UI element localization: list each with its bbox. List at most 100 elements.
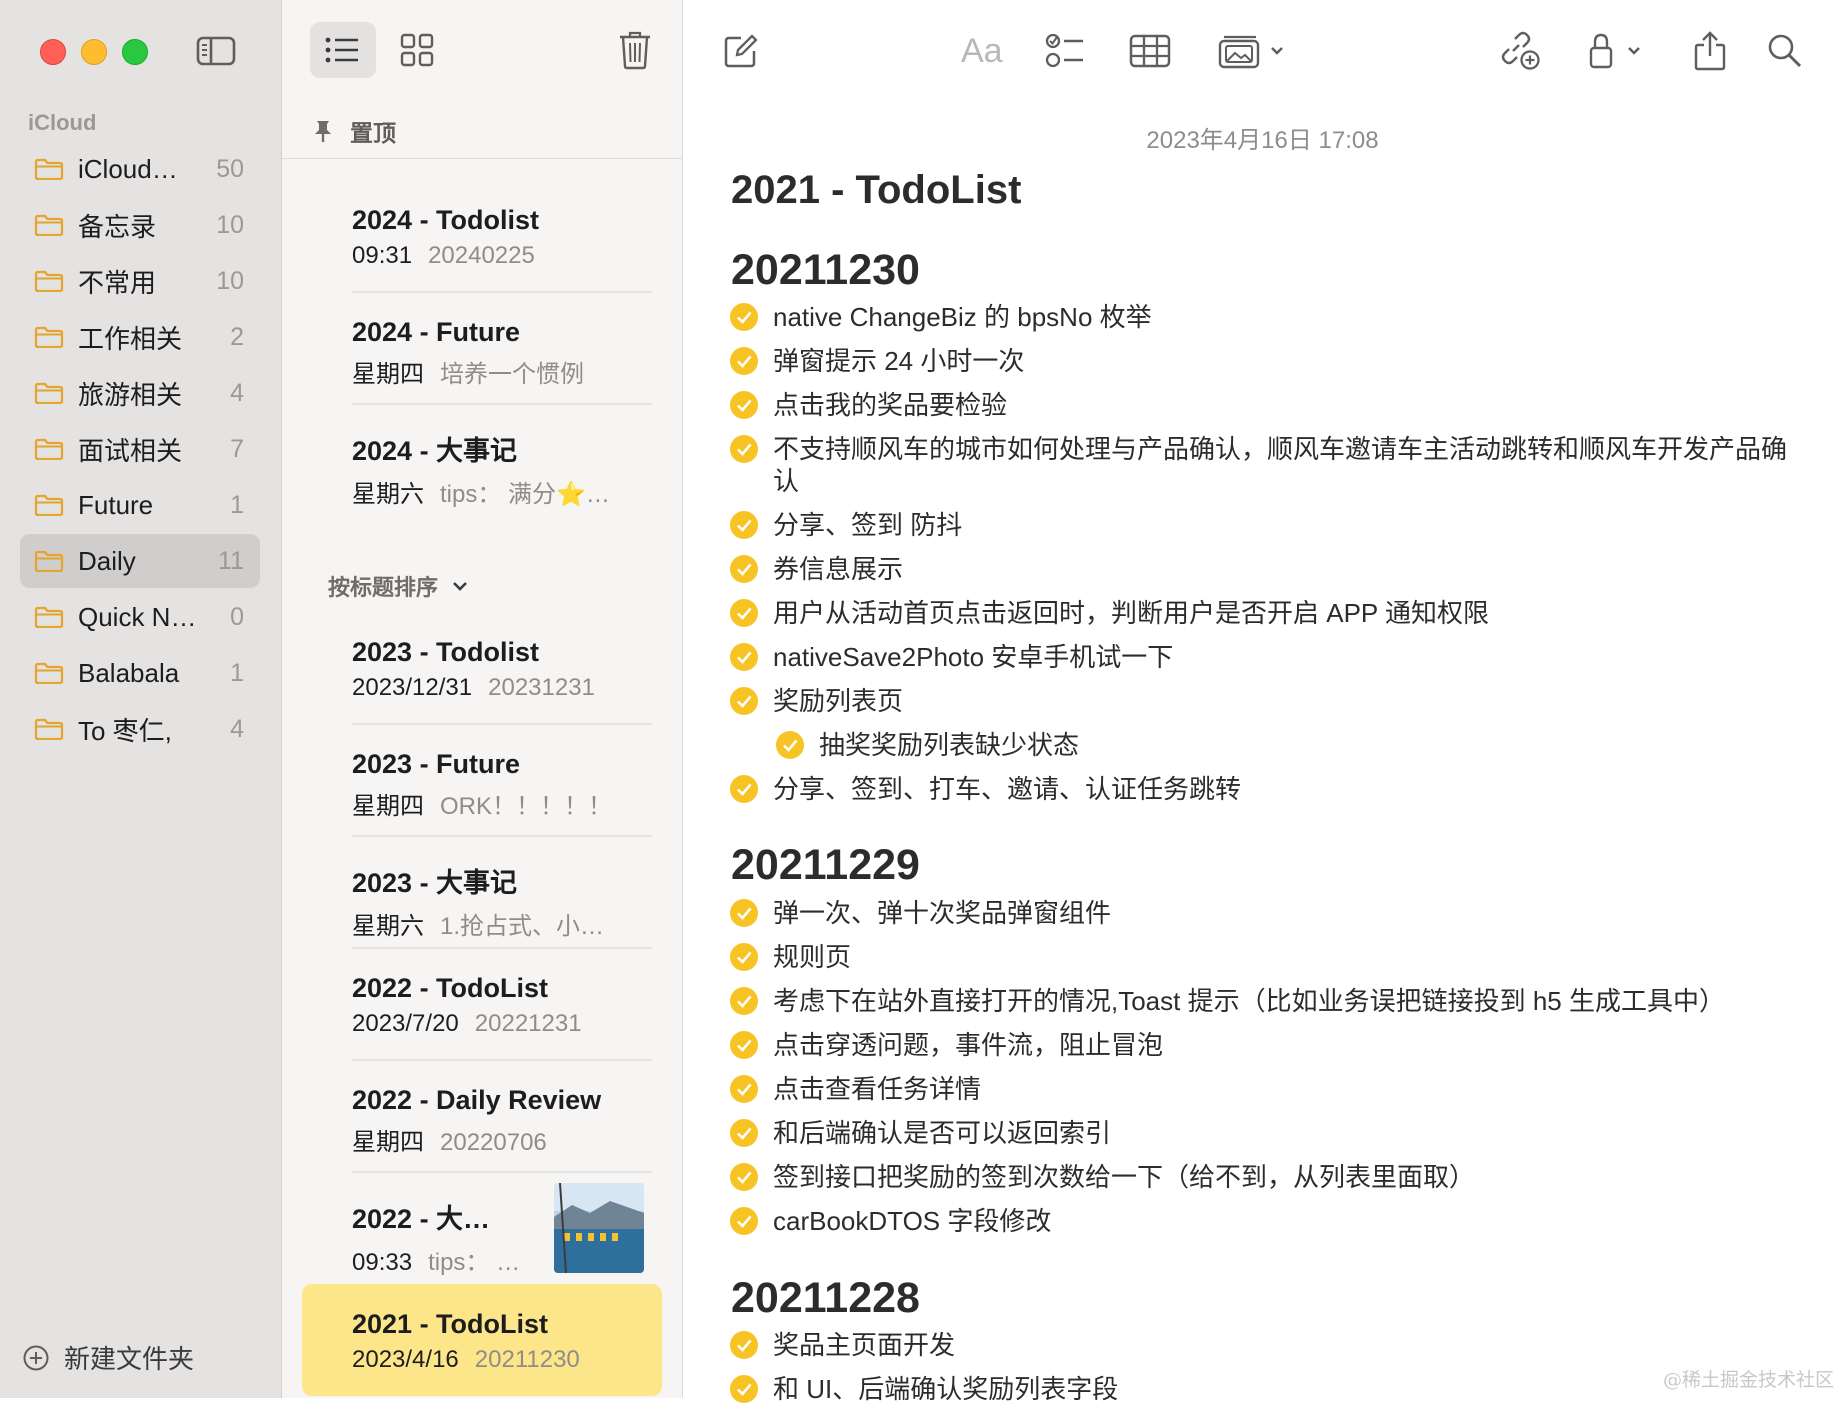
note-item[interactable]: 2023 - 大事记 星期六 1.抢占式、小… bbox=[352, 861, 662, 949]
checkmark-icon[interactable] bbox=[729, 598, 759, 628]
checkmark-icon[interactable] bbox=[729, 642, 759, 672]
folder-item[interactable]: 面试相关 7 bbox=[20, 422, 260, 476]
checkmark-icon[interactable] bbox=[729, 1330, 759, 1360]
checkmark-icon[interactable] bbox=[729, 554, 759, 584]
note-title: 2023 - Future bbox=[352, 749, 521, 779]
folder-icon bbox=[34, 550, 64, 572]
checkmark-icon[interactable] bbox=[729, 1162, 759, 1192]
folder-item[interactable]: 工作相关 2 bbox=[20, 310, 260, 364]
checklist-item[interactable]: 分享、签到、打车、邀请、认证任务跳转 bbox=[729, 773, 1799, 805]
lock-button[interactable] bbox=[1587, 28, 1647, 74]
checklist-text: 考虑下在站外直接打开的情况,Toast 提示（比如业务误把链接投到 h5 生成工… bbox=[773, 986, 1725, 1016]
section-heading[interactable]: 20211228 bbox=[731, 1274, 920, 1323]
search-button[interactable] bbox=[1767, 28, 1803, 74]
note-item[interactable]: 2023 - Todolist 2023/12/31 20231231 bbox=[352, 637, 662, 725]
checkmark-icon[interactable] bbox=[729, 942, 759, 972]
folder-icon bbox=[34, 606, 64, 628]
checklist-button[interactable] bbox=[1045, 28, 1085, 74]
checklist-item[interactable]: 弹一次、弹十次奖品弹窗组件 bbox=[729, 897, 1799, 929]
checklist-item[interactable]: 弹窗提示 24 小时一次 bbox=[729, 345, 1799, 377]
checkmark-icon[interactable] bbox=[729, 898, 759, 928]
checklist-item[interactable]: 和后端确认是否可以返回索引 bbox=[729, 1117, 1799, 1149]
checklist-item[interactable]: 点击查看任务详情 bbox=[729, 1073, 1799, 1105]
folder-item[interactable]: 不常用 10 bbox=[20, 254, 260, 308]
format-button[interactable]: Aa bbox=[961, 28, 1003, 74]
gallery-view-button[interactable] bbox=[384, 22, 450, 78]
checklist-item[interactable]: 奖品主页面开发 bbox=[729, 1329, 1799, 1361]
note-heading[interactable]: 2021 - TodoList bbox=[731, 168, 1021, 213]
zoom-window-button[interactable] bbox=[122, 39, 148, 65]
pinned-label: 置顶 bbox=[350, 120, 396, 146]
table-button[interactable] bbox=[1129, 28, 1171, 74]
checklist-item[interactable]: 点击穿透问题，事件流，阻止冒泡 bbox=[729, 1029, 1799, 1061]
checkmark-icon[interactable] bbox=[729, 434, 759, 464]
close-window-button[interactable] bbox=[40, 39, 66, 65]
list-view-icon bbox=[325, 37, 358, 63]
checkmark-icon[interactable] bbox=[729, 774, 759, 804]
note-timestamp: 2023年4月16日 17:08 bbox=[1146, 127, 1379, 154]
checklist-item[interactable]: 奖励列表页 bbox=[729, 685, 1799, 717]
checklist-item[interactable]: 不支持顺风车的城市如何处理与产品确认，顺风车邀请车主活动跳转和顺风车开发产品确认 bbox=[729, 433, 1799, 497]
checkmark-icon[interactable] bbox=[729, 686, 759, 716]
note-item[interactable]: 2022 - Daily Review 星期四 20220706 bbox=[352, 1085, 662, 1173]
folder-item[interactable]: To 枣仁, 4 bbox=[20, 702, 260, 756]
checklist-item-nested[interactable]: 抽奖奖励列表缺少状态 bbox=[775, 729, 1795, 761]
checkmark-icon[interactable] bbox=[729, 1206, 759, 1236]
checklist-item[interactable]: nativeSave2Photo 安卓手机试一下 bbox=[729, 641, 1799, 673]
checklist-item[interactable]: native ChangeBiz 的 bpsNo 枚举 bbox=[729, 301, 1799, 333]
sidebar-toggle-icon[interactable] bbox=[195, 33, 237, 69]
folder-item[interactable]: Future 1 bbox=[20, 478, 260, 532]
folder-icon bbox=[34, 158, 64, 180]
checklist-item[interactable]: 分享、签到 防抖 bbox=[729, 509, 1799, 541]
minimize-window-button[interactable] bbox=[81, 39, 107, 65]
note-preview: tips： … bbox=[428, 1249, 521, 1276]
note-item-selected[interactable]: 2021 - TodoList 2023/4/16 20211230 bbox=[352, 1309, 662, 1374]
checkmark-icon[interactable] bbox=[729, 1030, 759, 1060]
checklist-item[interactable]: 规则页 bbox=[729, 941, 1799, 973]
checkmark-icon[interactable] bbox=[729, 1074, 759, 1104]
folder-name: 旅游相关 bbox=[78, 379, 183, 410]
checklist-item[interactable]: 和 UI、后端确认奖励列表字段 bbox=[729, 1373, 1799, 1405]
media-button[interactable] bbox=[1218, 28, 1288, 74]
note-item[interactable]: 2023 - Future 星期四 ORK！！！！！ bbox=[352, 749, 662, 837]
folder-name: Balabala bbox=[78, 657, 180, 688]
checklist-item[interactable]: 考虑下在站外直接打开的情况,Toast 提示（比如业务误把链接投到 h5 生成工… bbox=[729, 985, 1799, 1017]
note-item[interactable]: 2024 - 大事记 星期六 tips： 满分⭐… bbox=[352, 429, 662, 509]
share-button[interactable] bbox=[1693, 28, 1727, 74]
delete-note-button[interactable] bbox=[618, 30, 658, 72]
checkmark-icon[interactable] bbox=[729, 986, 759, 1016]
note-item[interactable]: 2024 - Future 星期四 培养一个惯例 bbox=[352, 317, 662, 405]
checklist-item[interactable]: 签到接口把奖励的签到次数给一下（给不到，从列表里面取） bbox=[729, 1161, 1799, 1193]
checkmark-icon[interactable] bbox=[729, 302, 759, 332]
list-view-button[interactable] bbox=[310, 22, 376, 78]
compose-button[interactable] bbox=[723, 28, 759, 74]
folder-item[interactable]: iCloud… 50 bbox=[20, 142, 260, 196]
folder-item[interactable]: Balabala 1 bbox=[20, 646, 260, 700]
checklist-text: 点击我的奖品要检验 bbox=[773, 390, 1008, 420]
checklist-item[interactable]: 用户从活动首页点击返回时，判断用户是否开启 APP 通知权限 bbox=[729, 597, 1799, 629]
checkmark-icon[interactable] bbox=[729, 346, 759, 376]
checkmark-icon[interactable] bbox=[729, 1118, 759, 1148]
collaborate-button[interactable] bbox=[1499, 28, 1541, 74]
folder-item[interactable]: 旅游相关 4 bbox=[20, 366, 260, 420]
folder-icon bbox=[34, 382, 64, 404]
checkmark-icon[interactable] bbox=[775, 730, 805, 760]
folder-icon bbox=[34, 438, 64, 460]
note-item[interactable]: 2024 - Todolist 09:31 20240225 bbox=[352, 205, 662, 293]
checklist-item[interactable]: 券信息展示 bbox=[729, 553, 1799, 585]
checklist-item[interactable]: 点击我的奖品要检验 bbox=[729, 389, 1799, 421]
folder-item[interactable]: 备忘录 10 bbox=[20, 198, 260, 252]
section-heading[interactable]: 20211230 bbox=[731, 246, 920, 295]
checkmark-icon[interactable] bbox=[729, 510, 759, 540]
checklist-text: 不支持顺风车的城市如何处理与产品确认，顺风车邀请车主活动跳转和顺风车开发产品确认 bbox=[773, 434, 1788, 496]
checklist-item[interactable]: carBookDTOS 字段修改 bbox=[729, 1205, 1799, 1237]
checkmark-icon[interactable] bbox=[729, 1374, 759, 1404]
folder-name: iCloud… bbox=[78, 153, 178, 184]
note-item[interactable]: 2022 - TodoList 2023/7/20 20221231 bbox=[352, 973, 662, 1061]
checkmark-icon[interactable] bbox=[729, 390, 759, 420]
sort-menu-button[interactable]: 按标题排序 bbox=[328, 570, 468, 602]
section-heading[interactable]: 20211229 bbox=[731, 841, 920, 890]
folder-item[interactable]: Quick N… 0 bbox=[20, 590, 260, 644]
folder-item-selected[interactable]: Daily 11 bbox=[20, 534, 260, 588]
new-folder-button[interactable]: 新建文件夹 bbox=[22, 1339, 194, 1376]
